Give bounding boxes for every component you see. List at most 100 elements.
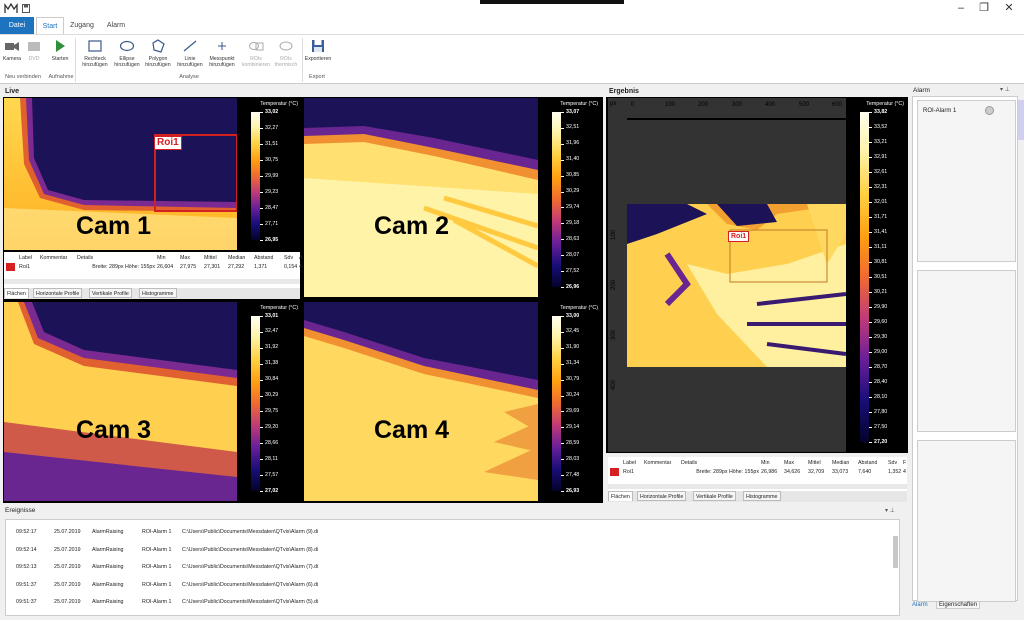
- table-header-cell[interactable]: A: [299, 255, 303, 261]
- table-header-cell[interactable]: Details: [77, 255, 93, 261]
- event-row[interactable]: 09:51:37 25.07.2019 AlarmRaising ROI-Alarm …: [16, 579, 886, 591]
- x-axis-tick-label: 600: [832, 102, 843, 108]
- table-header-cell[interactable]: F: [903, 460, 906, 466]
- close-button[interactable]: ✕: [998, 0, 1020, 17]
- bottom-tab[interactable]: Histogramme: [139, 288, 177, 298]
- event-path: C:\Users\Public\Documents\Messdaten\QTvi…: [182, 546, 319, 553]
- add-ellipse-button[interactable]: Ellipse hinzufügen: [112, 38, 142, 72]
- alarm-item[interactable]: ROI-Alarm 1: [917, 100, 1016, 262]
- tab-start[interactable]: Start: [36, 17, 64, 35]
- tab-zugang[interactable]: Zugang: [66, 17, 98, 35]
- thermal-rois-button[interactable]: ROIs thermisch: [272, 38, 300, 72]
- cam2-view[interactable]: Cam 2: [304, 98, 538, 297]
- ribbon: Kamera DVD Starten Rechteck hinzufügen El…: [0, 34, 1024, 84]
- colorbar-tick-label: 33,21: [874, 139, 888, 145]
- add-line-button[interactable]: Linie hinzufügen: [175, 38, 205, 72]
- tab-alarm[interactable]: Alarm: [100, 17, 132, 35]
- table-header-cell[interactable]: Kommentar: [644, 460, 671, 466]
- group-record-label: Aufnahme: [48, 74, 74, 80]
- table-cell: 27,975: [180, 264, 197, 270]
- bottom-tab[interactable]: Horizontale Profile: [33, 288, 83, 298]
- result-roi-label[interactable]: Roi1: [728, 231, 750, 242]
- result-roi-table[interactable]: Label Kommentar Details Min Max Mittel Median A…: [608, 457, 907, 491]
- event-row[interactable]: 09:52:14 25.07.2019 AlarmRaising ROI-Alarm …: [16, 544, 886, 556]
- bottom-tab[interactable]: Flächen: [4, 288, 29, 298]
- colorbar-tick-mark: [260, 176, 263, 177]
- live-bottom-tabs: Flächen Horizontale Profile Vertikale Prof…: [4, 288, 300, 299]
- play-icon: [56, 40, 65, 52]
- table-header-cell[interactable]: Sdv: [284, 255, 293, 261]
- table-scrollbar[interactable]: [4, 279, 300, 284]
- cam4-view[interactable]: Cam 4: [304, 302, 538, 501]
- camera-button[interactable]: Kamera: [1, 38, 23, 72]
- colorbar-tick-mark: [561, 160, 564, 161]
- maximize-button[interactable]: ❐: [973, 0, 995, 17]
- colorbar-tick-mark: [869, 412, 872, 413]
- result-view[interactable]: Roi1 px 0 100 200 300 400 500 600 100 200 300 400: [608, 98, 846, 452]
- table-header-cell[interactable]: Abstand: [254, 255, 273, 261]
- colorbar-gradient: [552, 112, 561, 287]
- table-header-cell[interactable]: Sdv: [888, 460, 897, 466]
- table-header-cell[interactable]: Median: [228, 255, 245, 261]
- table-header-cell[interactable]: Kommentar: [40, 255, 67, 261]
- table-header-cell[interactable]: Abstand: [858, 460, 877, 466]
- rect-label-2: hinzufügen: [82, 62, 108, 68]
- colorbar-tick-label: 33,02: [265, 109, 279, 115]
- events-pin-icon[interactable]: ▾ ⊥: [885, 507, 895, 514]
- bottom-tab[interactable]: Vertikale Profile: [693, 491, 736, 501]
- event-path: C:\Users\Public\Documents\Messdaten\QTvi…: [182, 599, 319, 605]
- colorbar-tick-label: 28,40: [874, 379, 888, 385]
- add-polygon-button[interactable]: Polygon hinzufügen: [143, 38, 173, 72]
- table-header-cell[interactable]: Mittel: [808, 460, 821, 466]
- minimize-button[interactable]: –: [950, 0, 972, 17]
- cam3-view[interactable]: Cam 3: [4, 302, 237, 501]
- alarm-tab-properties[interactable]: Eigenschaften: [936, 601, 981, 609]
- bottom-tab[interactable]: Histogramme: [743, 491, 781, 501]
- event-row[interactable]: 09:52:17 25.07.2019 AlarmRaising ROI-Alarm …: [16, 526, 886, 538]
- events-scrollbar[interactable]: [893, 536, 898, 568]
- table-scrollbar[interactable]: [608, 484, 907, 489]
- add-measuring-point-button[interactable]: Messpunkt hinzufügen: [206, 38, 238, 72]
- dvd-label: DVD: [28, 56, 40, 62]
- event-time: 09:51:37: [16, 599, 37, 605]
- table-header-cell[interactable]: Median: [832, 460, 849, 466]
- alarm-tab-alarm[interactable]: Alarm: [912, 602, 928, 608]
- save-quick-icon[interactable]: [22, 4, 30, 13]
- colorbar-tick-mark: [260, 491, 263, 492]
- table-header-cell[interactable]: Details: [681, 460, 697, 466]
- polygon-icon: [152, 39, 165, 53]
- add-rectangle-button[interactable]: Rechteck hinzufügen: [80, 38, 110, 72]
- event-row[interactable]: 09:51:37 25.07.2019 AlarmRaising ROI-Alarm …: [16, 596, 886, 608]
- alarm-pin-icon[interactable]: ▾ ⊥: [1000, 86, 1010, 93]
- cam1-view[interactable]: Roi1 Cam 1: [4, 98, 237, 250]
- table-header-cell[interactable]: Min: [761, 460, 770, 466]
- tab-datei[interactable]: Datei: [0, 17, 34, 35]
- table-header-cell[interactable]: Max: [784, 460, 794, 466]
- event-row[interactable]: 09:52:13 25.07.2019 AlarmRaising ROI-Alarm …: [16, 561, 886, 573]
- bottom-tab[interactable]: Flächen: [608, 491, 633, 501]
- colorbar-tick-mark: [869, 112, 872, 113]
- cam1-roi-label[interactable]: Roi1: [154, 136, 182, 150]
- table-header-cell[interactable]: Label: [19, 255, 32, 261]
- combine-rois-button[interactable]: ROIs kombinieren: [240, 38, 272, 72]
- dvd-button[interactable]: DVD: [24, 38, 44, 72]
- colorbar-tick-mark: [561, 427, 564, 428]
- colorbar-tick-mark: [260, 332, 263, 333]
- table-header-cell[interactable]: Label: [623, 460, 636, 466]
- table-header-cell[interactable]: Min: [157, 255, 166, 261]
- cam3-thermal-image: [4, 302, 237, 501]
- side-handle[interactable]: [1018, 100, 1024, 140]
- export-button[interactable]: Exportieren: [304, 38, 332, 72]
- cam4-colorbar: Temperatur (°C) 33,00 32,45 31,90 31,34 30,79…: [538, 302, 601, 501]
- table-header-cell[interactable]: Max: [180, 255, 190, 261]
- start-button[interactable]: Starten: [49, 38, 71, 72]
- live-roi-table[interactable]: Label Kommentar Details Min Max Mittel Median A…: [4, 252, 303, 288]
- table-cell: 27,292: [228, 264, 245, 270]
- bottom-tab[interactable]: Vertikale Profile: [89, 288, 132, 298]
- table-header-cell[interactable]: Mittel: [204, 255, 217, 261]
- colorbar-tick-label: 27,57: [265, 472, 279, 478]
- bottom-tab[interactable]: Horizontale Profile: [637, 491, 687, 501]
- colorbar-tick-label: 31,41: [874, 229, 888, 235]
- events-list[interactable]: 09:52:17 25.07.2019 AlarmRaising ROI-Alarm …: [5, 519, 900, 616]
- cam2-thermal-image: [304, 98, 538, 297]
